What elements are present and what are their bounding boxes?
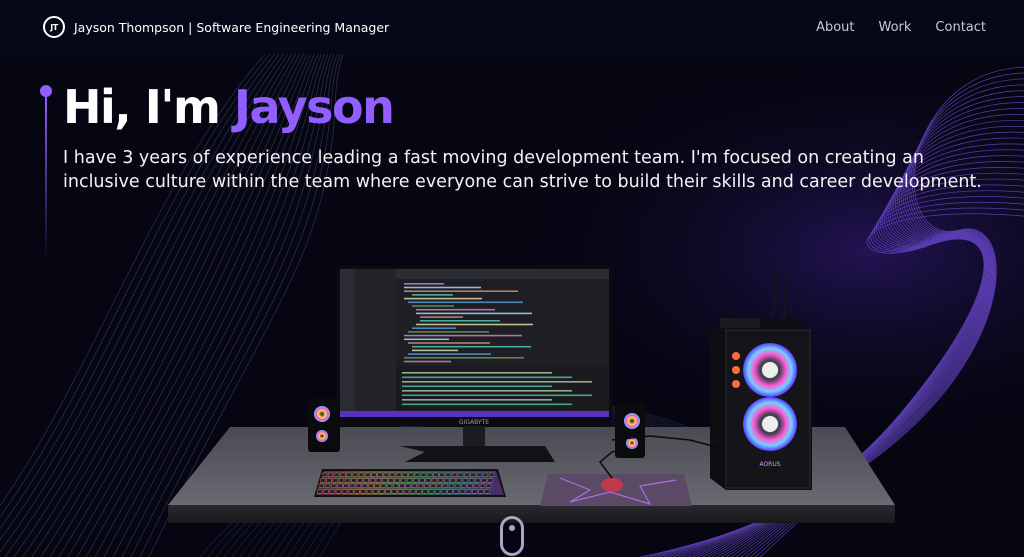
nav-link-contact[interactable]: Contact <box>935 20 986 35</box>
nav-link-about[interactable]: About <box>816 20 854 35</box>
brand-title[interactable]: Jayson Thompson | Software Engineering M… <box>74 20 389 35</box>
case-brand-label: AORUS <box>759 461 780 468</box>
navbar: JT Jayson Thompson | Software Engineerin… <box>0 0 1024 54</box>
logo-mark: JT <box>50 22 58 32</box>
keyboard <box>314 469 506 497</box>
nav-links: About Work Contact <box>816 20 986 35</box>
mousepad <box>540 474 692 506</box>
pc-case: AORUS <box>710 269 812 490</box>
logo-icon[interactable]: JT <box>43 16 65 38</box>
speaker-left <box>308 398 340 452</box>
scroll-dot-icon <box>509 525 515 531</box>
desk-setup-scene: GIGABYTE AORUS <box>168 266 895 523</box>
monitor-brand-label: GIGABYTE <box>459 419 489 426</box>
scroll-down-indicator[interactable] <box>500 516 524 556</box>
nav-link-work[interactable]: Work <box>879 20 912 35</box>
